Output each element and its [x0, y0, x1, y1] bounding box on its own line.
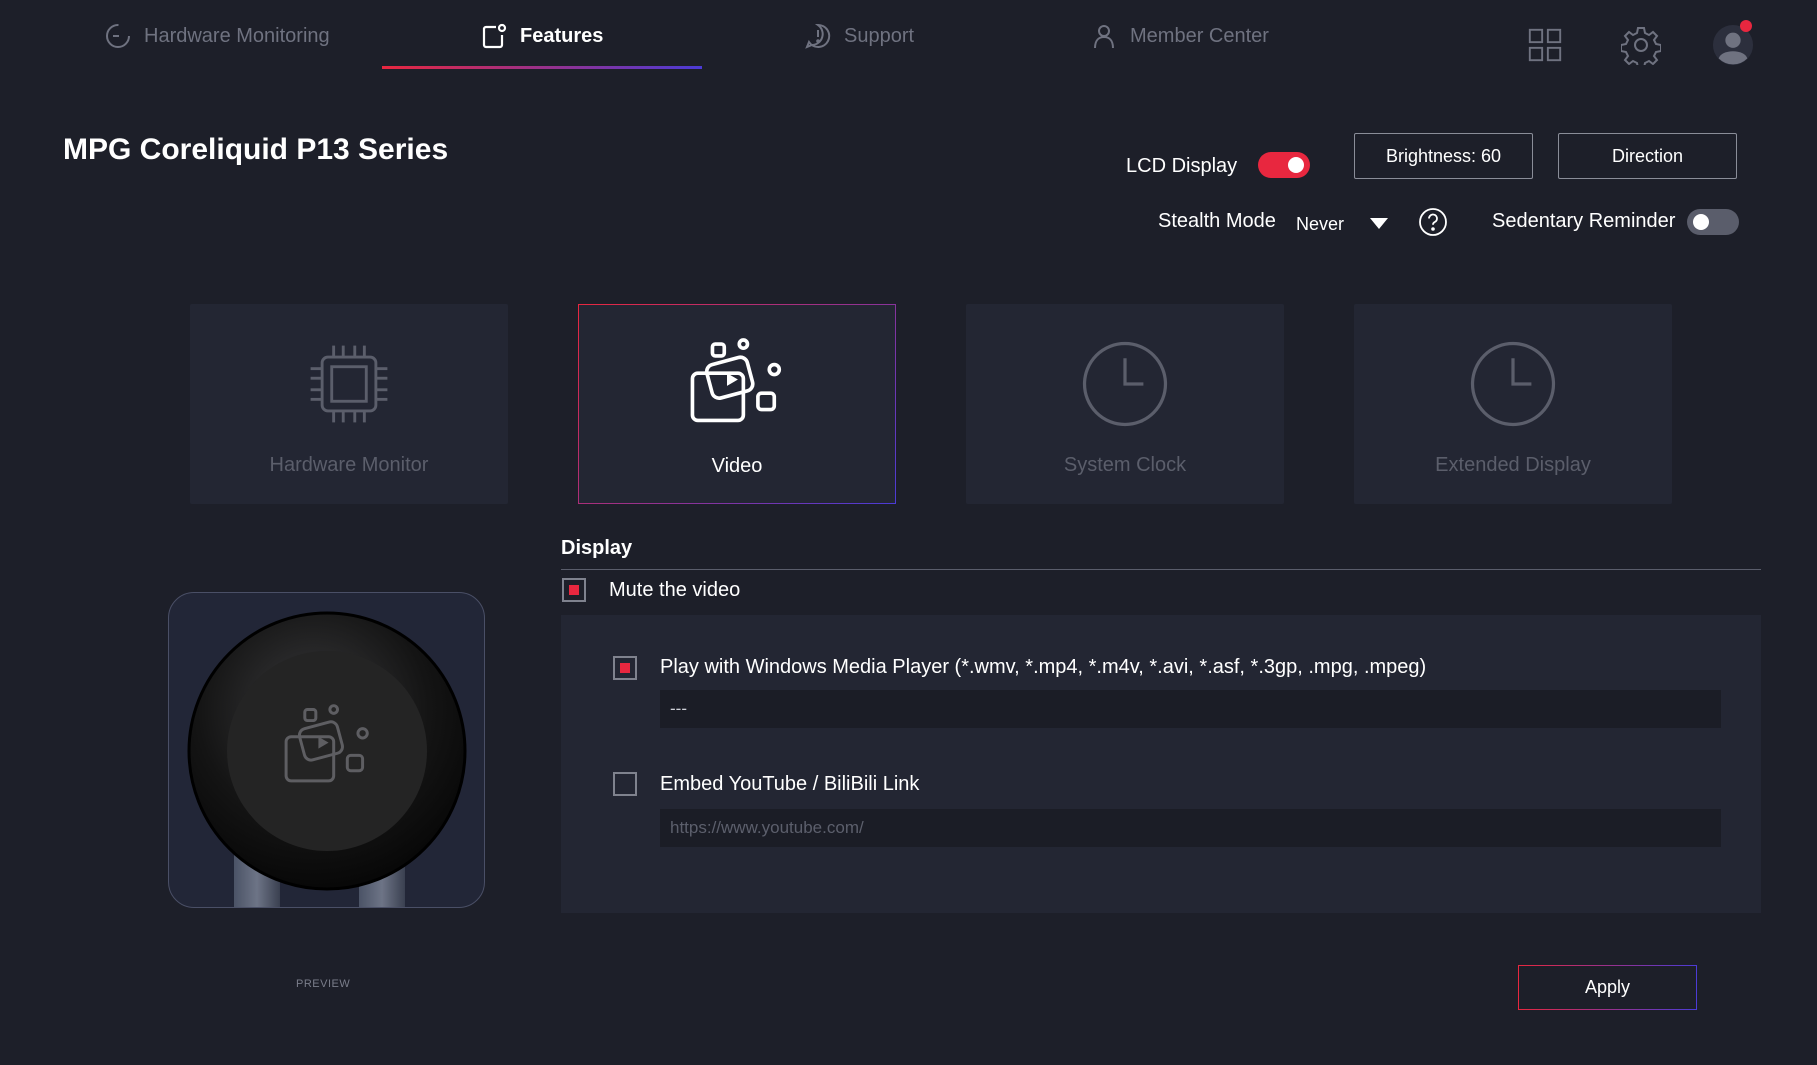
grid-icon[interactable] — [1524, 24, 1566, 66]
youtube-checkbox[interactable] — [613, 772, 637, 796]
sedentary-reminder-toggle[interactable] — [1687, 209, 1739, 235]
clock-icon — [1075, 334, 1175, 434]
display-section-title: Display — [561, 537, 633, 559]
caret-down-icon — [1370, 218, 1388, 229]
support-icon — [805, 23, 831, 49]
mute-label: Mute the video — [609, 579, 741, 601]
page-title: MPG Coreliquid P13 Series — [63, 133, 449, 166]
mode-card-label: Video — [711, 455, 763, 477]
gear-icon[interactable] — [1620, 24, 1662, 66]
active-tab-indicator — [382, 66, 702, 69]
brightness-button[interactable]: Brightness: 60 — [1354, 133, 1533, 179]
sedentary-reminder-label: Sedentary Reminder — [1492, 210, 1676, 232]
section-divider — [561, 569, 1761, 570]
lcd-display-label: LCD Display — [1126, 155, 1238, 177]
mode-card-video[interactable]: Video — [578, 304, 896, 504]
apply-button[interactable]: Apply — [1518, 965, 1697, 1010]
mode-card-extended-display[interactable]: Extended Display — [1354, 304, 1672, 504]
user-icon — [1094, 25, 1114, 49]
mode-card-label: Extended Display — [1435, 454, 1591, 476]
direction-button[interactable]: Direction — [1558, 133, 1737, 179]
wmp-label: Play with Windows Media Player (*.wmv, *… — [660, 656, 1427, 678]
video-icon — [687, 335, 787, 435]
clock-icon — [1463, 334, 1563, 434]
mode-card-system-clock[interactable]: System Clock — [966, 304, 1284, 504]
gauge-icon — [106, 24, 130, 48]
mode-card-hardware-monitor[interactable]: Hardware Monitor — [190, 304, 508, 504]
preview-label: PREVIEW — [296, 978, 351, 990]
tab-hardware-monitoring[interactable]: Hardware Monitoring — [104, 18, 330, 54]
notification-dot — [1740, 20, 1752, 32]
tab-label: Member Center — [1130, 24, 1269, 47]
youtube-label: Embed YouTube / BiliBili Link — [660, 773, 920, 795]
stealth-mode-value: Never — [1296, 213, 1345, 234]
tab-support[interactable]: Support — [804, 18, 914, 54]
tab-features[interactable]: Features — [480, 18, 603, 54]
mute-checkbox[interactable] — [562, 578, 586, 602]
lcd-display-toggle[interactable] — [1258, 152, 1310, 178]
features-icon — [482, 23, 507, 49]
tab-label: Features — [520, 24, 604, 47]
youtube-link-input[interactable] — [660, 809, 1721, 847]
tab-label: Hardware Monitoring — [144, 24, 330, 47]
mode-card-label: Hardware Monitor — [269, 454, 429, 476]
cpu-chip-icon — [299, 334, 399, 434]
wmp-file-field[interactable] — [660, 690, 1721, 728]
app-window: Hardware Monitoring Features Support Mem… — [0, 0, 1817, 1065]
mode-card-label: System Clock — [1063, 454, 1187, 476]
wmp-checkbox[interactable] — [613, 656, 637, 680]
tab-member-center[interactable]: Member Center — [1090, 18, 1269, 54]
device-preview — [168, 592, 485, 908]
avatar-icon[interactable] — [1712, 20, 1754, 66]
cooler-render — [187, 611, 467, 907]
tab-label: Support — [844, 24, 915, 47]
help-icon[interactable] — [1418, 207, 1448, 237]
stealth-mode-label: Stealth Mode — [1158, 210, 1276, 232]
